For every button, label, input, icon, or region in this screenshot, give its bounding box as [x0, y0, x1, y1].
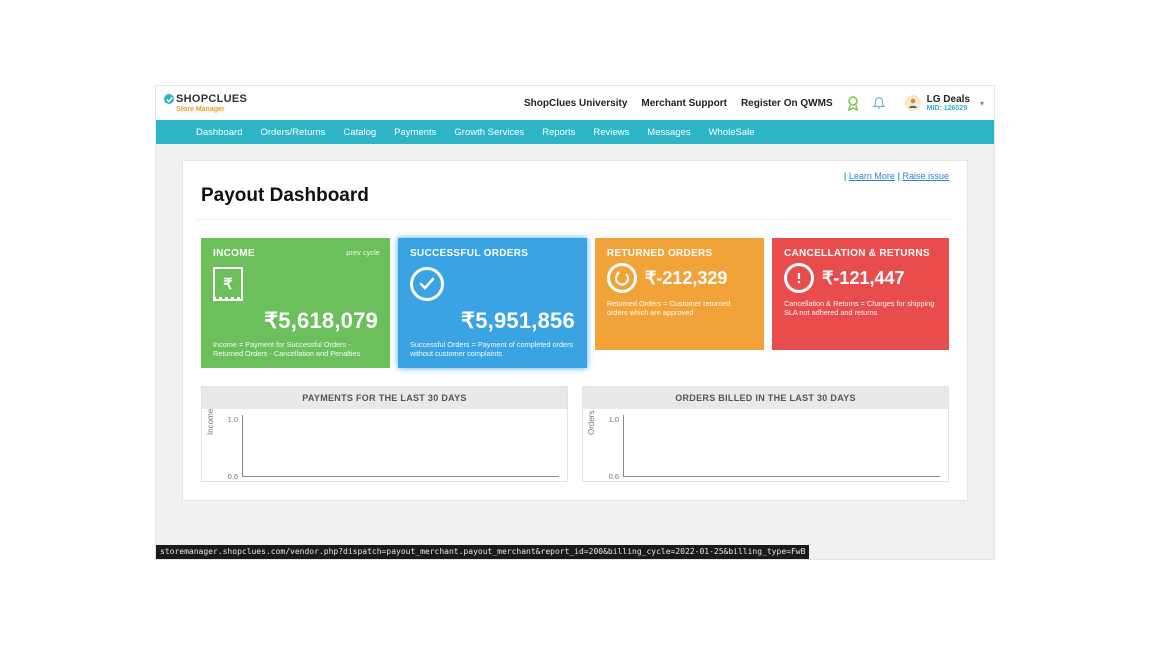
divider: [197, 219, 953, 220]
nav-reports[interactable]: Reports: [542, 127, 575, 138]
rupee-receipt-icon: ₹: [213, 267, 243, 301]
link-raise-issue[interactable]: Raise issue: [902, 171, 949, 181]
chart-payments-title: PAYMENTS FOR THE LAST 30 DAYS: [202, 387, 567, 409]
nav-reviews[interactable]: Reviews: [593, 127, 629, 138]
brand-name: SHOPCLUES: [176, 94, 247, 105]
return-arrow-icon: [607, 263, 637, 293]
tile-returned-desc: Returned Orders = Customer returned orde…: [607, 299, 752, 317]
chart-orders-title: ORDERS BILLED IN THE LAST 30 DAYS: [583, 387, 948, 409]
tile-income-sub: prev cycle: [346, 248, 380, 257]
chart-payments-ylabel: Income: [206, 409, 215, 435]
tile-returned-orders[interactable]: RETURNED ORDERS ₹-212,329 Returned Order…: [595, 238, 764, 350]
ytick: 0.6: [224, 472, 238, 481]
check-badge-icon: [164, 94, 174, 104]
tile-successful-amount: ₹5,951,856: [461, 308, 575, 334]
tile-successful-orders[interactable]: SUCCESSFUL ORDERS ₹5,951,856 Successful …: [398, 238, 587, 368]
user-name: LG Deals: [927, 95, 970, 105]
charts-row: PAYMENTS FOR THE LAST 30 DAYS Income 1.0…: [201, 386, 949, 482]
tile-cancel-title: CANCELLATION & RETURNS: [784, 248, 937, 259]
alert-circle-icon: [784, 263, 814, 293]
nav-messages[interactable]: Messages: [647, 127, 690, 138]
nav-dashboard[interactable]: Dashboard: [196, 127, 242, 138]
link-support[interactable]: Merchant Support: [641, 98, 727, 109]
ytick: 0.6: [605, 472, 619, 481]
link-register-qwms[interactable]: Register On QWMS: [741, 98, 833, 109]
tile-income-amount: ₹5,618,079: [264, 308, 378, 334]
nav-growth-services[interactable]: Growth Services: [454, 127, 524, 138]
ytick: 1.0: [605, 415, 619, 424]
app-window: SHOPCLUES Store Manager ShopClues Univer…: [155, 85, 995, 560]
nav-wholesale[interactable]: WholeSale: [709, 127, 755, 138]
tile-successful-desc: Successful Orders = Payment of completed…: [410, 340, 575, 358]
chart-orders-plot: [623, 415, 940, 477]
metric-tiles: INCOME prev cycle ₹ ₹5,618,079 Income = …: [201, 238, 949, 368]
tile-returned-title: RETURNED ORDERS: [607, 248, 752, 259]
top-right-links: | Learn More | Raise issue: [201, 171, 949, 181]
brand-logo[interactable]: SHOPCLUES Store Manager: [164, 94, 247, 113]
link-learn-more[interactable]: Learn More: [849, 171, 895, 181]
tile-successful-title: SUCCESSFUL ORDERS: [410, 248, 575, 259]
chart-payments-plot: [242, 415, 559, 477]
header-links: ShopClues University Merchant Support Re…: [524, 98, 833, 109]
chart-payments-yaxis: 1.0 0.6: [224, 415, 238, 481]
check-circle-icon: [410, 267, 444, 301]
tile-cancel-amount: ₹-121,447: [822, 268, 905, 289]
tile-returned-amount: ₹-212,329: [645, 268, 728, 289]
chart-payments-30d: PAYMENTS FOR THE LAST 30 DAYS Income 1.0…: [201, 386, 568, 482]
nav-orders-returns[interactable]: Orders/Returns: [260, 127, 325, 138]
tile-income[interactable]: INCOME prev cycle ₹ ₹5,618,079 Income = …: [201, 238, 390, 368]
tile-income-desc: Income = Payment for Successful Orders -…: [213, 340, 378, 358]
chart-orders-ylabel: Orders: [587, 411, 596, 435]
brand-subtitle: Store Manager: [176, 106, 247, 113]
bell-icon[interactable]: [871, 95, 887, 111]
chart-orders-yaxis: 1.0 0.6: [605, 415, 619, 481]
ytick: 1.0: [224, 415, 238, 424]
avatar-icon: [905, 95, 921, 111]
main-nav: Dashboard Orders/Returns Catalog Payment…: [156, 120, 994, 144]
tile-cancellation-returns[interactable]: CANCELLATION & RETURNS ₹-121,447 Cancell…: [772, 238, 949, 350]
user-mid: MID: 126029: [927, 105, 970, 112]
chevron-down-icon: ▾: [980, 99, 984, 108]
status-bar-url: storemanager.shopclues.com/vendor.php?di…: [156, 545, 809, 559]
tile-cancel-desc: Cancellation & Returns = Charges for shi…: [784, 299, 937, 317]
nav-catalog[interactable]: Catalog: [343, 127, 376, 138]
page-title: Payout Dashboard: [201, 185, 949, 207]
chart-orders-30d: ORDERS BILLED IN THE LAST 30 DAYS Orders…: [582, 386, 949, 482]
nav-payments[interactable]: Payments: [394, 127, 436, 138]
link-university[interactable]: ShopClues University: [524, 98, 627, 109]
payout-card: | Learn More | Raise issue Payout Dashbo…: [182, 160, 968, 501]
page-body: | Learn More | Raise issue Payout Dashbo…: [156, 144, 994, 501]
user-menu[interactable]: LG Deals MID: 126029 ▾: [905, 95, 984, 112]
header-bar: SHOPCLUES Store Manager ShopClues Univer…: [156, 86, 994, 120]
award-icon[interactable]: [845, 95, 861, 111]
